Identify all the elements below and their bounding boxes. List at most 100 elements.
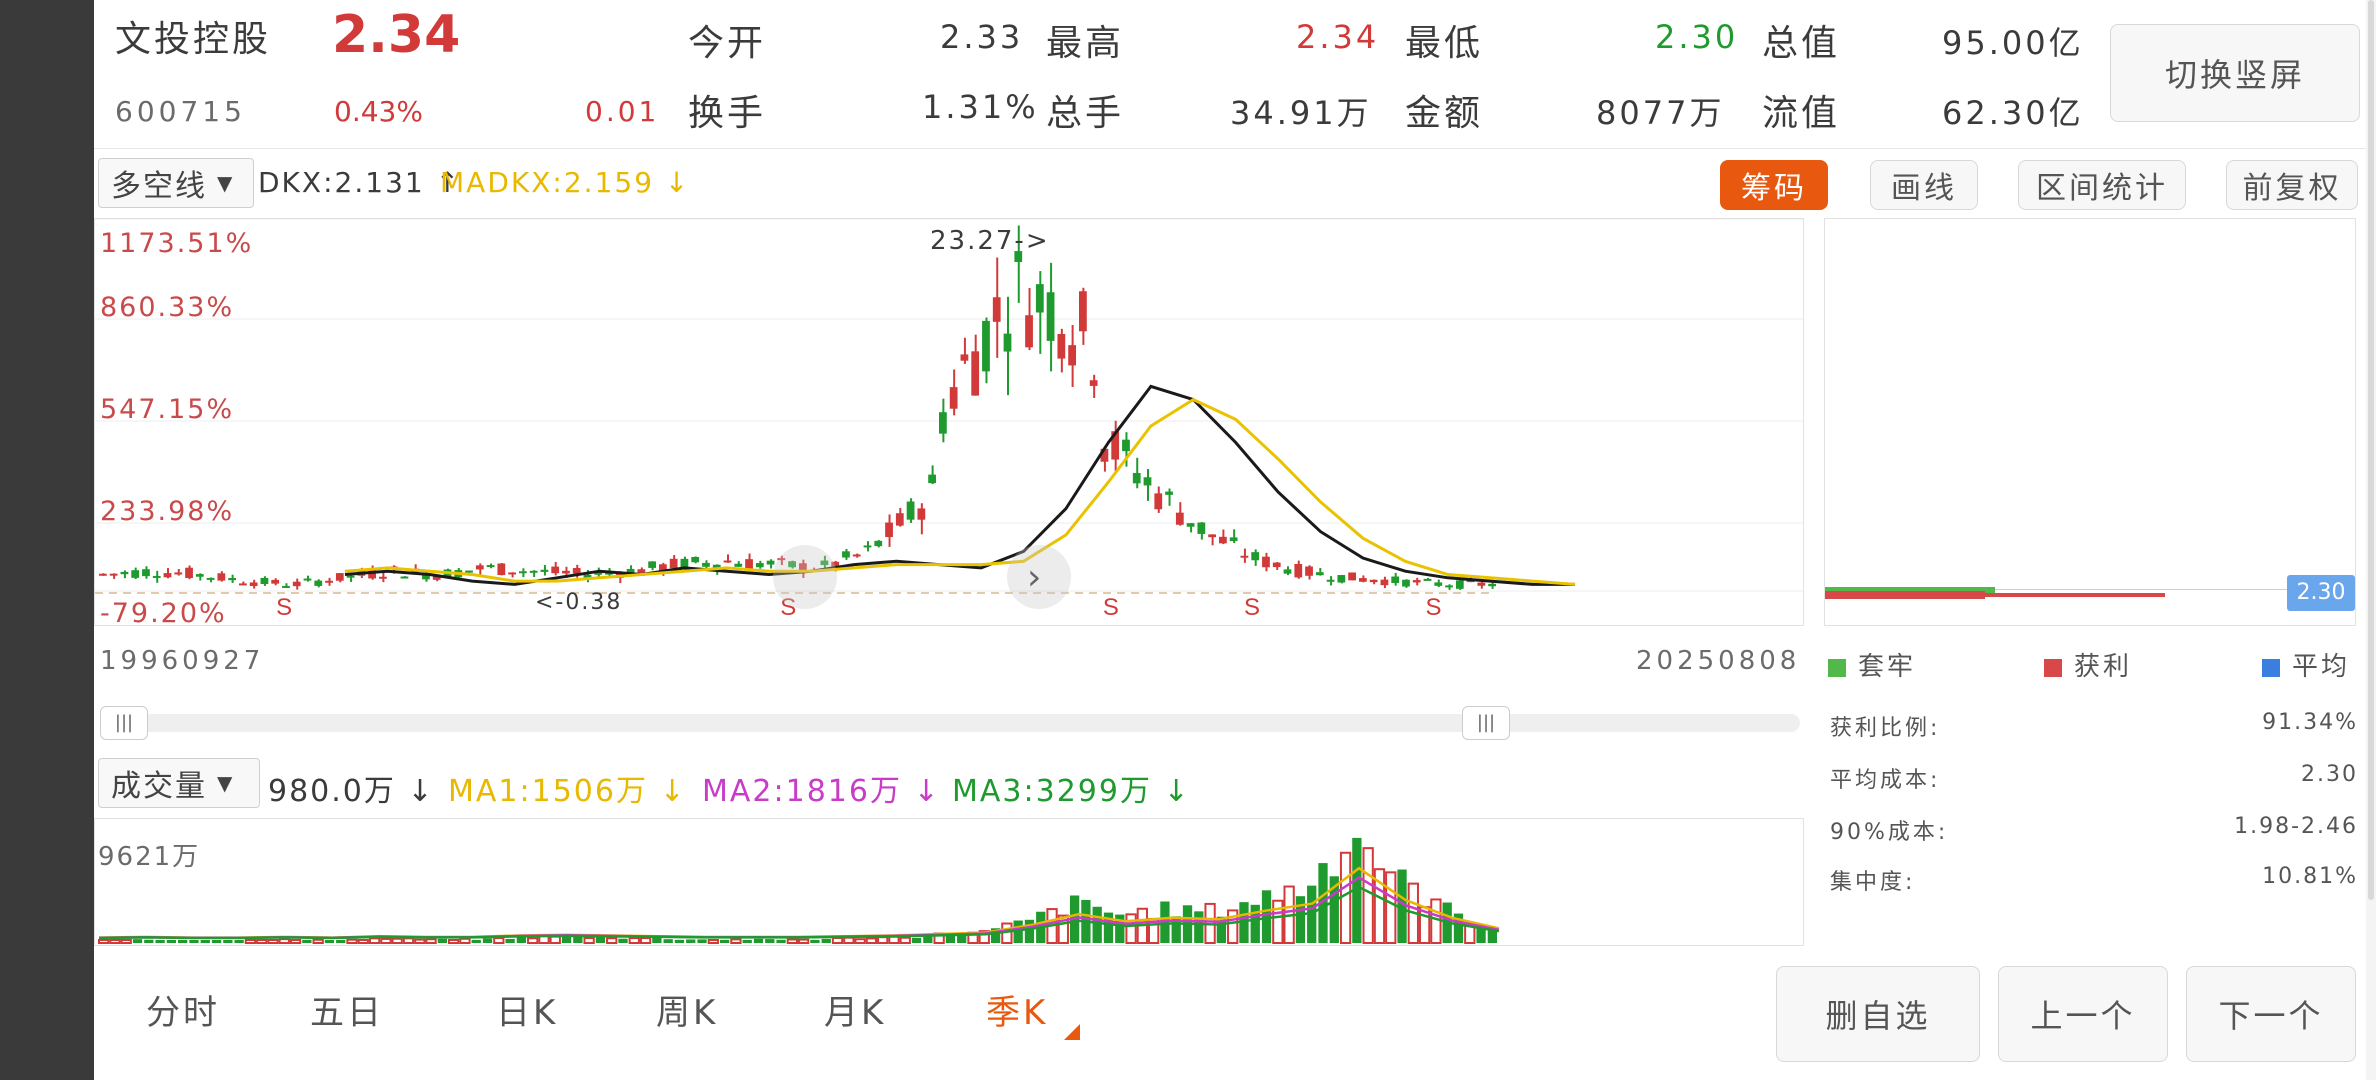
range-handle-left[interactable]: ||| [100,706,148,740]
range-handle-right[interactable]: ||| [1462,706,1510,740]
high-label: 最高 [1046,23,1125,64]
candle-body [1326,579,1335,582]
float-label: 流值 [1762,93,1841,134]
y-tick-label: 1173.51% [100,228,254,259]
chips-button[interactable]: 筹码 [1720,160,1828,210]
indicator-select-label: 多空线 [111,169,207,204]
candle-body [185,567,193,578]
candle-body [152,575,161,578]
profit-ratio-label: 获利比例: [1830,716,1941,741]
volume-bar [945,935,956,943]
volume-bar [639,937,652,944]
range-stats-button[interactable]: 区间统计 [2018,160,2186,210]
volume-bar [1339,851,1352,944]
candle-body [1251,552,1260,561]
volume-value: 34.91万 [1230,94,1372,132]
candle-body [99,573,107,576]
x-start-label: 19960927 [100,646,265,676]
volume-bar [1194,911,1204,943]
tab-monthly-k[interactable]: 月K [824,985,886,1034]
volume-bar [618,938,628,943]
volume-bar [786,938,798,944]
volume-ma-line-ma1 [98,866,1500,939]
volume-bar [1092,906,1102,943]
candle-body [540,569,549,572]
tab-five-day[interactable]: 五日 [310,985,384,1034]
tab-daily-k[interactable]: 日K [496,985,558,1034]
candle-body [734,563,743,567]
candle-body [1402,579,1410,587]
volume-bar [1250,904,1260,943]
tab-weekly-k[interactable]: 周K [656,985,718,1034]
draw-line-button[interactable]: 画线 [1870,160,1978,210]
volume-readout: 980.0万 ↓ [268,774,435,809]
candle-body [486,565,495,568]
volume-max-label: 9621万 [98,842,201,872]
candle-body [1423,578,1432,581]
low-value: 2.30 [1655,18,1739,56]
candle-body [400,576,409,579]
candle-body [1305,566,1313,576]
candle-body [1445,585,1453,588]
volume-bar [1024,919,1035,943]
stock-price: 2.34 [332,5,461,65]
avg-cost-value: 2.30 [2301,762,2358,787]
prev-stock-button[interactable]: 上一个 [1998,966,2168,1062]
y-tick-label: 860.33% [100,292,235,323]
candle-body [702,562,710,567]
volume-bar [843,936,855,944]
candle-body [497,563,506,576]
chevron-right-icon: › [1027,557,1041,598]
y-tick-label: 547.15% [100,394,235,425]
chips-profit-bar [1825,591,1985,599]
candle-body [217,573,226,581]
candle-body [885,522,893,538]
volume-bar [549,935,561,945]
volume-chart[interactable] [94,818,1804,946]
candle-body [906,501,915,520]
volume-bar [707,939,719,944]
avg-price-tag: 2.30 [2287,575,2355,611]
change-value: 0.01 [585,95,660,128]
switch-portrait-button[interactable]: 切换竖屏 [2110,24,2360,122]
tab-intraday[interactable]: 分时 [146,985,220,1034]
next-stock-button[interactable]: 下一个 [2186,966,2356,1062]
volume-bar [1295,896,1306,943]
tab-quarterly-k[interactable]: 季K [986,985,1048,1034]
volume-bar [482,938,493,943]
range-slider-track[interactable] [100,714,1800,732]
adjust-button[interactable]: 前复权 [2226,160,2358,210]
volume-bar [178,940,188,943]
candle-body [1369,579,1378,583]
concentration-label: 集中度: [1830,870,1916,895]
indicator-select[interactable]: 多空线 ▼ [98,158,254,208]
volume-bar [166,940,177,943]
candle-body [669,558,678,569]
page-scrollbar[interactable] [2366,0,2376,1080]
candle-body [1240,555,1249,558]
change-percent: 0.43% [334,95,423,128]
kline-chart[interactable]: S S S S S › [94,218,1804,626]
sell-marker: S [276,594,292,621]
max-annotation: 23.27-> [930,226,1050,256]
turnover-value: 1.31% [922,88,1039,126]
volume-bar [459,937,471,945]
volume-bar [854,938,866,944]
candle-body [1089,380,1098,386]
dkx-readout: DKX:2.131 ↑ [258,166,462,199]
volume-bar [583,937,595,944]
volume-bar [911,937,922,943]
candle-body [691,556,700,563]
volume-bar [289,938,302,944]
candle-body [572,568,581,574]
volume-bar [200,940,210,943]
scrollbar-thumb[interactable] [2368,0,2374,900]
volume-bar [865,937,878,944]
candle-body [1186,523,1195,527]
volume-bar [256,939,268,944]
stock-code: 600715 [115,95,246,128]
candle-body [1412,580,1421,583]
nav-circle [773,545,837,609]
volume-indicator-select[interactable]: 成交量 ▼ [98,758,260,808]
delete-watchlist-button[interactable]: 删自选 [1776,966,1980,1062]
